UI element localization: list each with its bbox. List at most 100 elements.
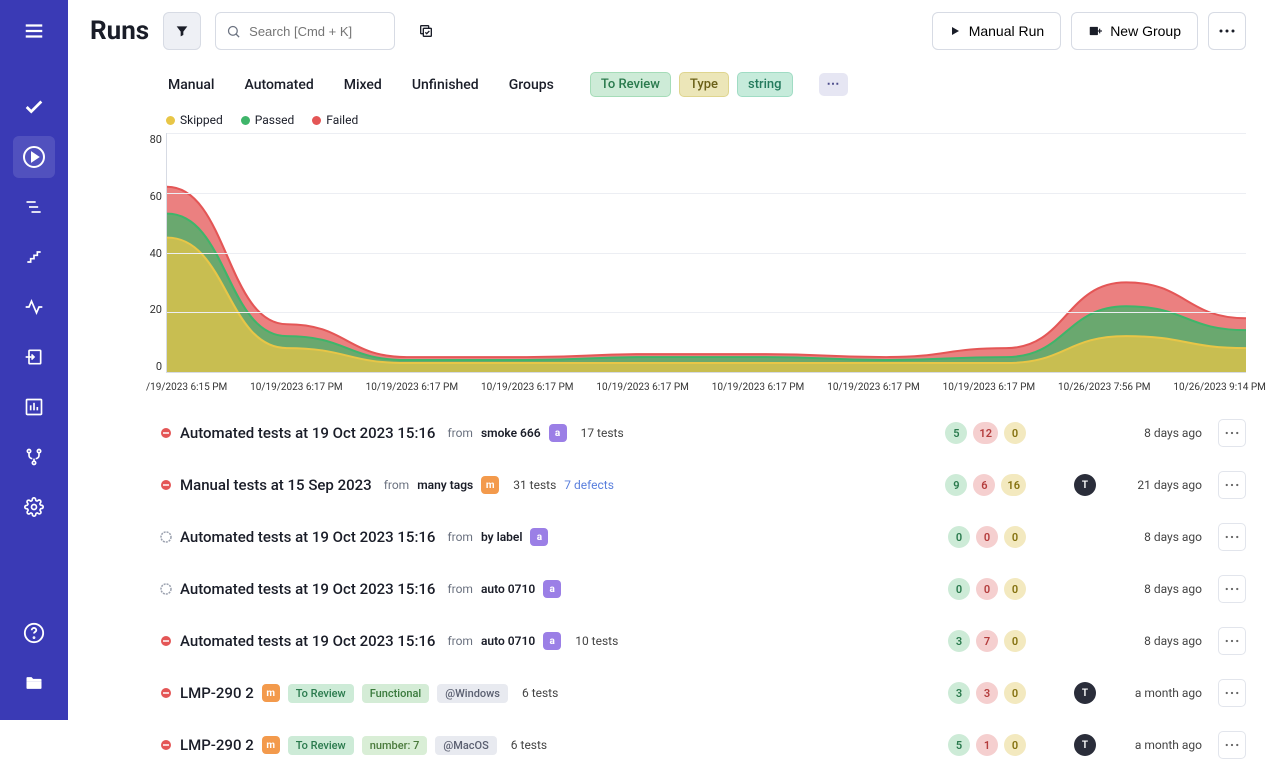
row-more-button[interactable] <box>1218 471 1246 499</box>
counts: 370 <box>948 630 1026 652</box>
tab-manual[interactable]: Manual <box>168 77 214 93</box>
import-icon[interactable] <box>13 336 55 378</box>
chart-area: SkippedPassedFailed 806040200 /19/2023 6… <box>68 105 1268 393</box>
type-badge: m <box>262 684 280 702</box>
branch-icon[interactable] <box>13 436 55 478</box>
run-title: Automated tests at 19 Oct 2023 15:16 <box>180 580 435 598</box>
gear-icon[interactable] <box>13 486 55 528</box>
filter-pill[interactable]: string <box>737 72 793 97</box>
tab-unfinished[interactable]: Unfinished <box>412 77 479 93</box>
tab-mixed[interactable]: Mixed <box>344 77 382 93</box>
row-more-button[interactable] <box>1218 419 1246 447</box>
search-icon <box>226 24 241 39</box>
status-icon <box>160 739 172 751</box>
time-ago: a month ago <box>1112 738 1202 752</box>
search-box[interactable] <box>215 12 395 50</box>
run-title: LMP-290 2 <box>180 736 254 754</box>
type-badge: m <box>262 736 280 754</box>
row-more-button[interactable] <box>1218 575 1246 603</box>
check-icon[interactable] <box>13 86 55 128</box>
more-filters-button[interactable]: ⋯ <box>819 73 848 96</box>
topbar: Runs Manual Run New Group <box>68 0 1268 62</box>
tag-pill: number: 7 <box>362 736 428 755</box>
run-row[interactable]: LMP-290 2 m To Review number: 7 @MacOS 6 test… <box>160 725 1246 765</box>
main: Runs Manual Run New Group Manual Automate… <box>68 0 1268 720</box>
tag-pill: @MacOS <box>435 736 496 755</box>
filter-button[interactable] <box>163 12 201 50</box>
counts: 510 <box>948 734 1026 756</box>
run-row[interactable]: Automated tests at 19 Oct 2023 15:16from… <box>160 413 1246 453</box>
copy-icon[interactable] <box>409 14 443 48</box>
time-ago: 8 days ago <box>1112 582 1202 596</box>
tests-count: 6 tests <box>511 738 547 752</box>
page-title: Runs <box>90 16 149 46</box>
folder-icon[interactable] <box>13 662 55 704</box>
search-input[interactable] <box>249 24 384 39</box>
bar-chart-icon[interactable] <box>13 386 55 428</box>
filter-pill[interactable]: Type <box>679 72 729 97</box>
row-more-button[interactable] <box>1218 679 1246 707</box>
counts: 9616 <box>945 474 1026 496</box>
row-more-button[interactable] <box>1218 731 1246 759</box>
type-badge: m <box>481 476 499 494</box>
tabs-row: Manual Automated Mixed Unfinished Groups To … <box>68 62 1268 105</box>
status-icon <box>160 635 172 647</box>
run-row[interactable]: Automated tests at 19 Oct 2023 15:16from… <box>160 621 1246 661</box>
sidebar <box>0 0 68 720</box>
avatar: T <box>1074 682 1096 704</box>
time-ago: 8 days ago <box>1112 634 1202 648</box>
time-ago: a month ago <box>1112 686 1202 700</box>
more-button[interactable] <box>1208 12 1246 50</box>
run-row[interactable]: Automated tests at 19 Oct 2023 15:16from… <box>160 517 1246 557</box>
run-title: Manual tests at 15 Sep 2023 <box>180 476 372 494</box>
menu-icon[interactable] <box>13 10 55 52</box>
tag-pill: To Review <box>288 684 354 703</box>
row-more-button[interactable] <box>1218 523 1246 551</box>
help-icon[interactable] <box>13 612 55 654</box>
run-title: Automated tests at 19 Oct 2023 15:16 <box>180 632 435 650</box>
status-icon <box>160 479 172 491</box>
tag-pill: Functional <box>362 684 430 703</box>
tests-count: 10 tests <box>575 634 618 648</box>
status-icon <box>160 427 172 439</box>
layers-icon[interactable] <box>13 186 55 228</box>
legend-item: Skipped <box>166 113 223 127</box>
manual-run-button[interactable]: Manual Run <box>932 12 1062 50</box>
run-row[interactable]: LMP-290 2mTo ReviewFunctional@Windows6 t… <box>160 673 1246 713</box>
tag-pill: @Windows <box>437 684 508 703</box>
defects-link[interactable]: 7 defects <box>564 478 614 492</box>
new-group-button[interactable]: New Group <box>1071 12 1198 50</box>
counts: 000 <box>948 578 1026 600</box>
time-ago: 21 days ago <box>1112 478 1202 492</box>
type-badge: a <box>549 424 567 442</box>
run-row[interactable]: Automated tests at 19 Oct 2023 15:16from… <box>160 569 1246 609</box>
filter-pill[interactable]: To Review <box>590 72 671 97</box>
type-badge: a <box>543 632 561 650</box>
runs-list: Automated tests at 19 Oct 2023 15:16from… <box>68 393 1268 765</box>
tests-count: 31 tests <box>513 478 556 492</box>
row-more-button[interactable] <box>1218 627 1246 655</box>
time-ago: 8 days ago <box>1112 530 1202 544</box>
time-ago: 8 days ago <box>1112 426 1202 440</box>
steps-icon[interactable] <box>13 236 55 278</box>
tab-automated[interactable]: Automated <box>244 77 313 93</box>
run-title: LMP-290 2 <box>180 684 254 702</box>
chart-legend: SkippedPassedFailed <box>166 105 1246 133</box>
tag-pill: To Review <box>288 736 354 755</box>
tab-groups[interactable]: Groups <box>509 77 554 93</box>
legend-item: Failed <box>312 113 358 127</box>
tests-count: 17 tests <box>581 426 624 440</box>
run-title: Automated tests at 19 Oct 2023 15:16 <box>180 424 435 442</box>
counts: 5120 <box>945 422 1026 444</box>
status-icon <box>160 583 172 595</box>
type-badge: a <box>543 580 561 598</box>
activity-icon[interactable] <box>13 286 55 328</box>
status-icon <box>160 531 172 543</box>
play-icon[interactable] <box>13 136 55 178</box>
status-icon <box>160 687 172 699</box>
run-row[interactable]: Manual tests at 15 Sep 2023from many tag… <box>160 465 1246 505</box>
type-badge: a <box>530 528 548 546</box>
counts: 000 <box>948 526 1026 548</box>
chart: 806040200 /19/2023 6:15 PM10/19/2023 6:1… <box>166 133 1246 393</box>
avatar: T <box>1074 474 1096 496</box>
